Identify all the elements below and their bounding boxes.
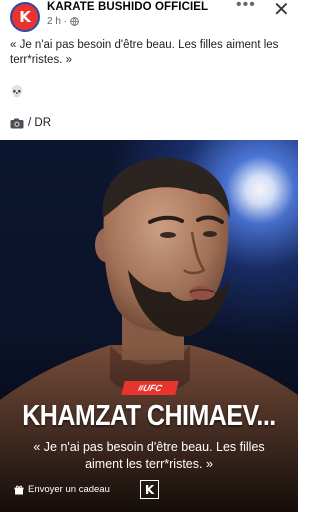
gift-label: Envoyer un cadeau [28, 484, 110, 495]
ufc-tag: #UFC [121, 381, 179, 395]
page-avatar[interactable]: K [10, 2, 40, 32]
credit-text: / DR [28, 117, 51, 129]
image-headline: KHAMZAT CHIMAEV... [22, 399, 276, 433]
post-header: K KARATE BUSHIDO OFFICIEL 2 h · ••• ✕ [0, 0, 298, 34]
gift-icon [14, 485, 24, 494]
more-options-button[interactable]: ••• [236, 0, 256, 14]
send-gift-button[interactable]: Envoyer un cadeau [14, 484, 110, 495]
post-time: 2 h · [47, 16, 68, 27]
post-caption: « Je n'ai pas besoin d'être beau. Les fi… [10, 39, 279, 66]
camera-icon [10, 118, 24, 128]
brand-logo: K [140, 480, 159, 499]
skull-emoji: 💀 [10, 85, 24, 98]
image-quote: « Je n'ai pas besoin d'être beau. Les fi… [33, 440, 265, 471]
page-name[interactable]: KARATE BUSHIDO OFFICIEL [47, 1, 208, 13]
brand-logo-letter: K [144, 482, 155, 497]
close-button[interactable]: ✕ [273, 0, 290, 21]
avatar-letter: K [19, 8, 31, 26]
post-meta: 2 h · [47, 16, 79, 27]
post-image[interactable]: #UFC KHAMZAT CHIMAEV... « Je n'ai pas be… [0, 140, 298, 512]
photo-credit: / DR [10, 117, 51, 129]
globe-icon [70, 17, 79, 26]
